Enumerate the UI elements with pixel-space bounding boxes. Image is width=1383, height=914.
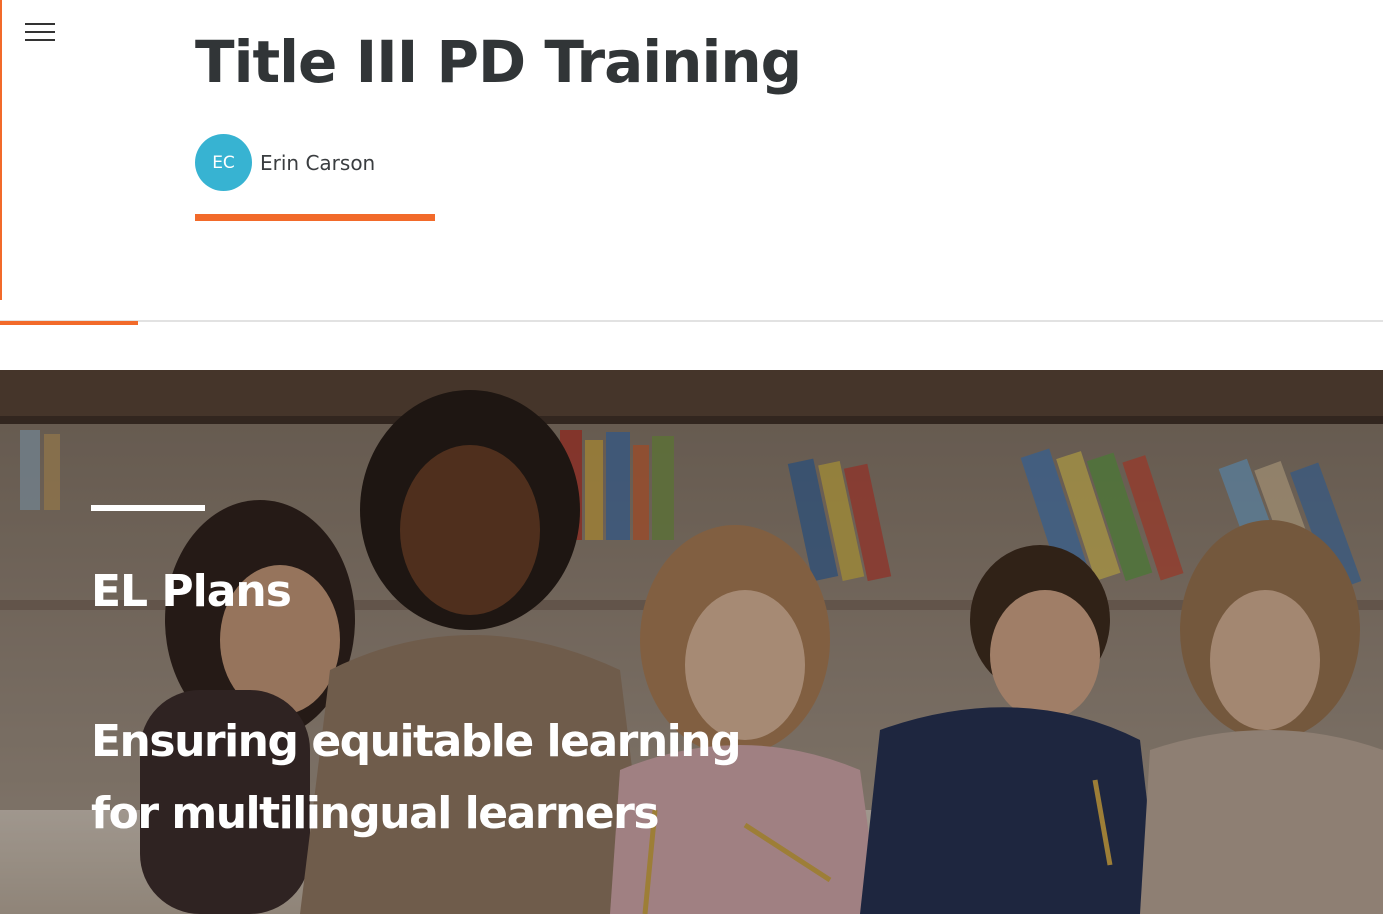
lesson-hero-banner: EL Plans Ensuring equitable learning for… [0,370,1383,914]
course-progress-track [0,320,1383,322]
hamburger-menu-icon[interactable] [22,20,58,48]
course-page: Title III PD Training EC Erin Carson EL … [0,0,1383,914]
author-name: Erin Carson [260,150,376,175]
lesson-title: EL Plans [91,566,292,617]
author-info: EC Erin Carson [195,134,375,191]
title-underline [195,214,435,221]
avatar: EC [195,134,252,191]
course-title: Title III PD Training [195,28,802,96]
sidebar-edge-accent [0,0,2,300]
hero-heading-rule [91,505,205,511]
course-progress-fill [0,321,138,325]
lesson-subtitle: Ensuring equitable learning for multilin… [91,716,742,839]
